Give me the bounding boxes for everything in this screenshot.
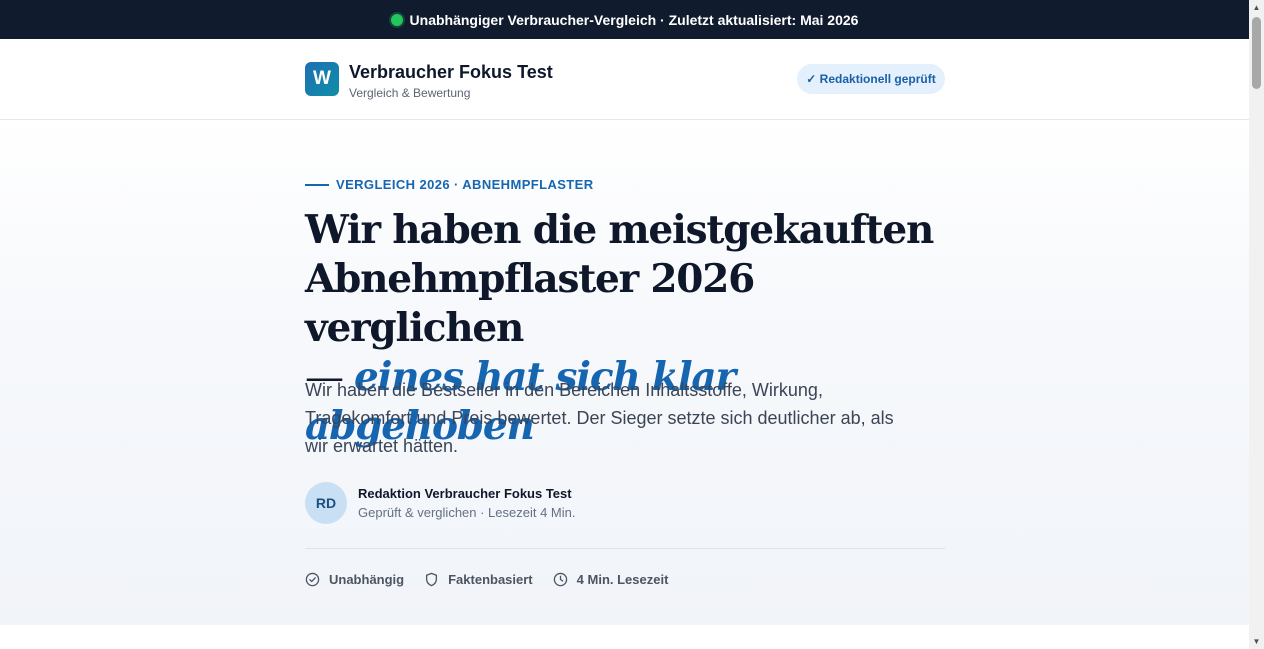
headline-line-1: Wir haben die meistgekauften: [305, 207, 934, 253]
content-below: [0, 625, 1249, 649]
feature-reading-time: 4 Min. Lesezeit: [553, 572, 669, 587]
scroll-up-arrow-icon[interactable]: ▲: [1249, 0, 1264, 15]
kicker-line: [305, 183, 329, 186]
divider: [305, 548, 945, 549]
author-name: Redaktion Verbraucher Fokus Test: [358, 486, 572, 501]
status-dot-icon: [390, 13, 403, 26]
feature-independent: Unabhängig: [305, 572, 404, 587]
feature-label: 4 Min. Lesezeit: [576, 572, 669, 587]
logo-icon[interactable]: W: [305, 62, 339, 96]
top-announcement-bar: Unabhängiger Verbraucher-Vergleich · Zul…: [0, 0, 1249, 39]
check-circle-icon: [305, 572, 320, 587]
brand-tagline: Vergleich & Bewertung: [349, 86, 471, 100]
feature-list: Unabhängig Faktenbasiert 4 Min. Lesezeit: [305, 572, 688, 587]
avatar: RD: [305, 482, 347, 524]
scroll-thumb[interactable]: [1252, 17, 1261, 89]
page-scrollbar[interactable]: ▲ ▼: [1249, 0, 1264, 649]
feature-fact-based: Faktenbasiert: [424, 572, 533, 587]
announcement-text: Unabhängiger Verbraucher-Vergleich · Zul…: [409, 11, 859, 28]
headline-line-2: Abnehmpflaster 2026 verglichen: [305, 256, 755, 351]
scroll-down-arrow-icon[interactable]: ▼: [1249, 634, 1264, 649]
feature-label: Unabhängig: [329, 572, 405, 587]
article-hero: VERGLEICH 2026 · ABNEHMPFLASTER Wir habe…: [0, 120, 1249, 625]
article-kicker: VERGLEICH 2026 · ABNEHMPFLASTER: [305, 177, 594, 192]
kicker-text: VERGLEICH 2026 · ABNEHMPFLASTER: [336, 177, 594, 192]
site-header: W Verbraucher Fokus Test Vergleich & Bew…: [0, 39, 1249, 120]
brand-name[interactable]: Verbraucher Fokus Test: [349, 62, 553, 83]
editorial-badge: ✓ Redaktionell geprüft: [797, 64, 945, 94]
article-lead: Wir haben die Bestseller in den Bereiche…: [305, 380, 894, 456]
shield-icon: [426, 572, 438, 587]
clock-icon: [553, 572, 567, 587]
author-meta: Geprüft & verglichen · Lesezeit 4 Min.: [358, 505, 576, 520]
feature-label: Faktenbasiert: [448, 572, 533, 587]
